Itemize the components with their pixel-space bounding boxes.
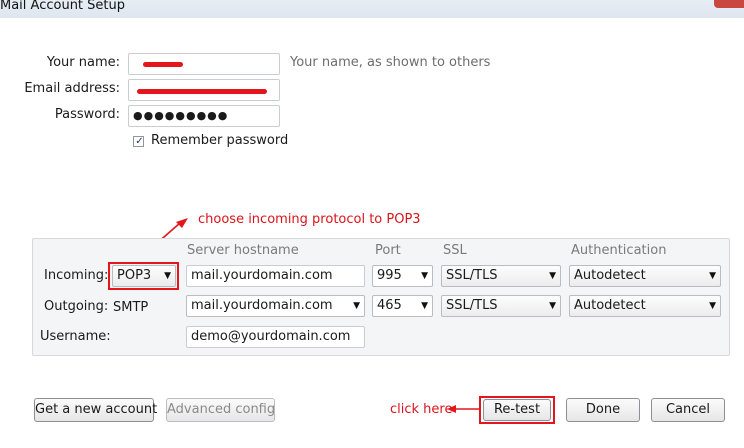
col-port: Port — [375, 243, 401, 258]
incoming-ssl-select[interactable]: SSL/TLS ▼ — [441, 265, 561, 287]
chevron-down-icon: ▼ — [421, 301, 428, 311]
annotation-arrow-icon — [447, 405, 481, 413]
outgoing-auth-select[interactable]: Autodetect ▼ — [569, 295, 721, 317]
outgoing-ssl-select[interactable]: SSL/TLS ▼ — [441, 295, 561, 317]
incoming-protocol-value: POP3 — [117, 268, 152, 283]
outgoing-label: Outgoing: — [44, 299, 109, 314]
incoming-port-value: 995 — [377, 268, 402, 283]
outgoing-port-value: 465 — [377, 298, 402, 313]
window-title: Mail Account Setup — [0, 0, 125, 13]
remember-checkbox[interactable]: ✓ — [133, 136, 144, 147]
close-icon[interactable] — [714, 0, 744, 8]
remember-label: Remember password — [151, 133, 289, 148]
name-field[interactable] — [128, 53, 280, 75]
chevron-down-icon: ▼ — [421, 271, 428, 281]
email-label: Email address: — [24, 81, 120, 96]
chevron-down-icon: ▼ — [549, 301, 556, 311]
name-hint: Your name, as shown to others — [290, 55, 491, 70]
protocol-annotation: choose incoming protocol to POP3 — [198, 212, 421, 227]
incoming-port-select[interactable]: 995 ▼ — [372, 265, 433, 287]
incoming-host-field[interactable]: mail.yourdomain.com — [186, 265, 365, 287]
redaction-mark — [137, 89, 267, 94]
click-annotation: click here — [390, 402, 453, 417]
username-label: Username: — [40, 329, 111, 344]
password-field[interactable]: ●●●●●●●●● — [128, 105, 280, 127]
chevron-down-icon: ▼ — [549, 271, 556, 281]
chevron-down-icon: ▼ — [353, 301, 360, 311]
chevron-down-icon: ▼ — [709, 301, 716, 311]
get-new-account-button[interactable]: Get a new account — [34, 398, 157, 422]
outgoing-auth-value: Autodetect — [574, 298, 646, 313]
outgoing-ssl-value: SSL/TLS — [446, 298, 498, 313]
cancel-button[interactable]: Cancel — [651, 398, 725, 422]
password-label: Password: — [54, 107, 120, 122]
incoming-auth-select[interactable]: Autodetect ▼ — [569, 265, 721, 287]
retest-button[interactable]: Re-test — [483, 399, 551, 421]
chevron-down-icon: ▼ — [709, 271, 716, 281]
chevron-down-icon: ▼ — [164, 271, 171, 281]
incoming-label: Incoming: — [44, 268, 109, 283]
incoming-ssl-value: SSL/TLS — [446, 268, 498, 283]
advanced-config-button[interactable]: Advanced config — [166, 398, 275, 422]
redaction-mark — [143, 62, 183, 67]
incoming-protocol-select[interactable]: POP3 ▼ — [112, 265, 176, 287]
outgoing-host-value: mail.yourdomain.com — [191, 298, 333, 313]
incoming-auth-value: Autodetect — [574, 268, 646, 283]
check-icon: ✓ — [135, 136, 144, 147]
email-field[interactable] — [128, 79, 280, 101]
col-ssl: SSL — [443, 243, 467, 258]
done-button[interactable]: Done — [566, 398, 640, 422]
outgoing-protocol: SMTP — [113, 300, 149, 315]
col-hostname: Server hostname — [187, 243, 299, 258]
outgoing-host-select[interactable]: mail.yourdomain.com ▼ — [186, 295, 365, 317]
outgoing-port-select[interactable]: 465 ▼ — [372, 295, 433, 317]
col-authentication: Authentication — [571, 243, 667, 258]
username-field[interactable]: demo@yourdomain.com — [186, 326, 365, 348]
name-label: Your name: — [46, 55, 120, 70]
